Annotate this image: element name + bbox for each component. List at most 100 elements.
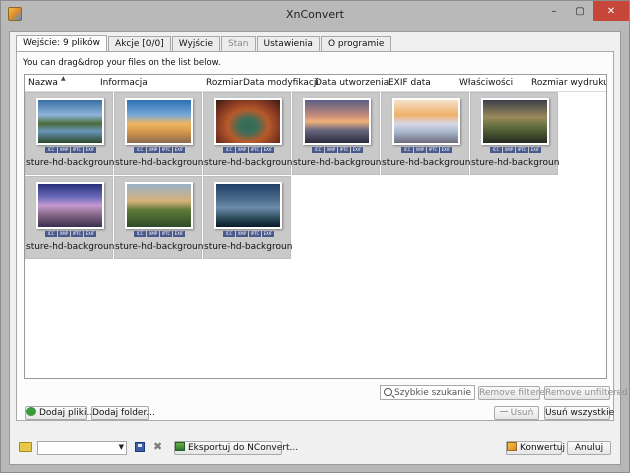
tab-bar: Wejście: 9 plików Akcje [0/0] Wyjście St… bbox=[16, 35, 392, 51]
image-preview bbox=[36, 182, 104, 229]
tab-status[interactable]: Stan bbox=[221, 36, 256, 51]
export-icon bbox=[175, 442, 185, 451]
delete-icon[interactable]: ✖ bbox=[153, 440, 162, 453]
add-folder-button[interactable]: Dodaj folder... bbox=[91, 406, 155, 420]
metadata-badges: ICC XMP IPTC EXIF bbox=[223, 147, 274, 153]
title-bar[interactable]: XnConvert – ▢ ✕ bbox=[1, 1, 629, 31]
image-preview bbox=[303, 98, 371, 145]
file-thumbnail[interactable]: ICC XMP IPTC EXIF sture-hd-background- bbox=[25, 92, 114, 175]
metadata-badges: ICC XMP IPTC EXIF bbox=[134, 231, 185, 237]
column-size[interactable]: Rozmiar bbox=[206, 75, 243, 92]
column-print-size[interactable]: Rozmiar wydruku bbox=[531, 75, 606, 92]
preset-dropdown[interactable]: ▼ bbox=[37, 441, 127, 455]
file-thumbnail[interactable]: ICC XMP IPTC EXIF sture-hd-background- bbox=[203, 92, 292, 175]
file-thumbnail[interactable]: ICC XMP IPTC EXIF sture-hd-background- bbox=[292, 92, 381, 175]
file-thumbnail[interactable]: ICC XMP IPTC EXIF sture-hd-background- bbox=[381, 92, 470, 175]
convert-label: Konwertuj bbox=[520, 443, 565, 453]
remove-button[interactable]: Usuń bbox=[494, 406, 539, 420]
exif-badge: EXIF bbox=[440, 147, 452, 153]
tab-actions[interactable]: Akcje [0/0] bbox=[108, 36, 171, 51]
image-preview bbox=[36, 98, 104, 145]
tab-about[interactable]: O programie bbox=[320, 36, 392, 51]
chevron-down-icon: ▼ bbox=[118, 443, 124, 451]
remove-icon bbox=[499, 411, 508, 412]
file-thumbnail[interactable]: ICC XMP IPTC EXIF sture-hd-background- bbox=[470, 92, 559, 175]
iptc-badge: IPTC bbox=[160, 231, 172, 237]
close-button[interactable]: ✕ bbox=[593, 1, 629, 21]
convert-button[interactable]: Konwertuj bbox=[506, 441, 565, 455]
iptc-badge: IPTC bbox=[516, 147, 528, 153]
add-files-label: Dodaj pliki... bbox=[39, 408, 96, 418]
tab-output[interactable]: Wyjście bbox=[171, 36, 221, 51]
xmp-badge: XMP bbox=[147, 231, 159, 237]
column-info[interactable]: Informacja bbox=[100, 75, 148, 92]
remove-label: Usuń bbox=[510, 408, 534, 418]
image-preview bbox=[392, 98, 460, 145]
file-name: sture-hd-background- bbox=[204, 242, 292, 252]
file-thumbnail[interactable]: ICC XMP IPTC EXIF sture-hd-background- bbox=[25, 176, 114, 259]
cancel-button[interactable]: Anuluj bbox=[567, 441, 611, 455]
xmp-badge: XMP bbox=[414, 147, 426, 153]
icc-badge: ICC bbox=[134, 231, 146, 237]
remove-unfiltered-button[interactable]: Remove unfiltered bbox=[544, 386, 628, 400]
file-thumbnail[interactable]: ICC XMP IPTC EXIF sture-hd-background- bbox=[114, 176, 203, 259]
file-name: sture-hd-background- bbox=[293, 158, 381, 168]
add-file-icon bbox=[26, 407, 36, 416]
column-modified-date[interactable]: Data modyfikacji bbox=[243, 75, 319, 92]
main-area: Wejście: 9 plików Akcje [0/0] Wyjście St… bbox=[9, 31, 628, 465]
iptc-badge: IPTC bbox=[427, 147, 439, 153]
file-name: sture-hd-background- bbox=[26, 242, 114, 252]
icc-badge: ICC bbox=[134, 147, 146, 153]
window-title: XnConvert bbox=[285, 8, 344, 21]
icc-badge: ICC bbox=[223, 147, 235, 153]
column-created-date[interactable]: Data utworzenia bbox=[315, 75, 389, 92]
save-icon[interactable] bbox=[135, 442, 145, 452]
tab-settings[interactable]: Ustawienia bbox=[256, 36, 320, 51]
drag-drop-hint: You can drag&drop your files on the list… bbox=[23, 58, 221, 68]
file-thumbnail[interactable]: ICC XMP IPTC EXIF sture-hd-background- bbox=[203, 176, 292, 259]
file-name: sture-hd-background- bbox=[115, 158, 203, 168]
exif-badge: EXIF bbox=[84, 147, 96, 153]
export-label: Eksportuj do NConvert... bbox=[188, 443, 299, 453]
iptc-badge: IPTC bbox=[338, 147, 350, 153]
export-nconvert-button[interactable]: Eksportuj do NConvert... bbox=[174, 441, 298, 455]
remove-filtered-button[interactable]: Remove filtered bbox=[478, 386, 550, 400]
search-icon bbox=[384, 388, 392, 396]
file-name: sture-hd-background- bbox=[382, 158, 470, 168]
file-name: sture-hd-background- bbox=[204, 158, 292, 168]
exif-badge: EXIF bbox=[262, 147, 274, 153]
exif-badge: EXIF bbox=[351, 147, 363, 153]
image-preview bbox=[125, 98, 193, 145]
icc-badge: ICC bbox=[312, 147, 324, 153]
image-preview bbox=[125, 182, 193, 229]
column-header: ▲ Nazwa Informacja Rozmiar Data modyfika… bbox=[25, 75, 606, 92]
xmp-badge: XMP bbox=[147, 147, 159, 153]
column-name[interactable]: Nazwa bbox=[28, 75, 58, 92]
metadata-badges: ICC XMP IPTC EXIF bbox=[45, 147, 96, 153]
file-list[interactable]: ▲ Nazwa Informacja Rozmiar Data modyfika… bbox=[24, 74, 607, 379]
minimize-button[interactable]: – bbox=[541, 1, 567, 21]
quick-search-input[interactable]: Szybkie szukanie bbox=[380, 385, 475, 400]
xmp-badge: XMP bbox=[236, 147, 248, 153]
iptc-badge: IPTC bbox=[249, 231, 261, 237]
xmp-badge: XMP bbox=[503, 147, 515, 153]
metadata-badges: ICC XMP IPTC EXIF bbox=[134, 147, 185, 153]
image-preview bbox=[481, 98, 549, 145]
exif-badge: EXIF bbox=[529, 147, 541, 153]
open-folder-icon[interactable] bbox=[19, 442, 32, 452]
icc-badge: ICC bbox=[45, 231, 57, 237]
column-properties[interactable]: Właściwości bbox=[459, 75, 513, 92]
maximize-button[interactable]: ▢ bbox=[567, 1, 593, 21]
remove-all-button[interactable]: Usuń wszystkie bbox=[544, 406, 614, 420]
add-files-button[interactable]: Dodaj pliki... bbox=[25, 406, 95, 420]
column-exif-date[interactable]: EXIF data bbox=[388, 75, 431, 92]
icc-badge: ICC bbox=[45, 147, 57, 153]
file-thumbnail[interactable]: ICC XMP IPTC EXIF sture-hd-background- bbox=[114, 92, 203, 175]
icc-badge: ICC bbox=[223, 231, 235, 237]
file-name: sture-hd-background- bbox=[471, 158, 559, 168]
file-name: sture-hd-background- bbox=[26, 158, 114, 168]
metadata-badges: ICC XMP IPTC EXIF bbox=[401, 147, 452, 153]
sort-arrow-icon: ▲ bbox=[61, 75, 66, 82]
metadata-badges: ICC XMP IPTC EXIF bbox=[45, 231, 96, 237]
tab-input[interactable]: Wejście: 9 plików bbox=[16, 35, 108, 51]
